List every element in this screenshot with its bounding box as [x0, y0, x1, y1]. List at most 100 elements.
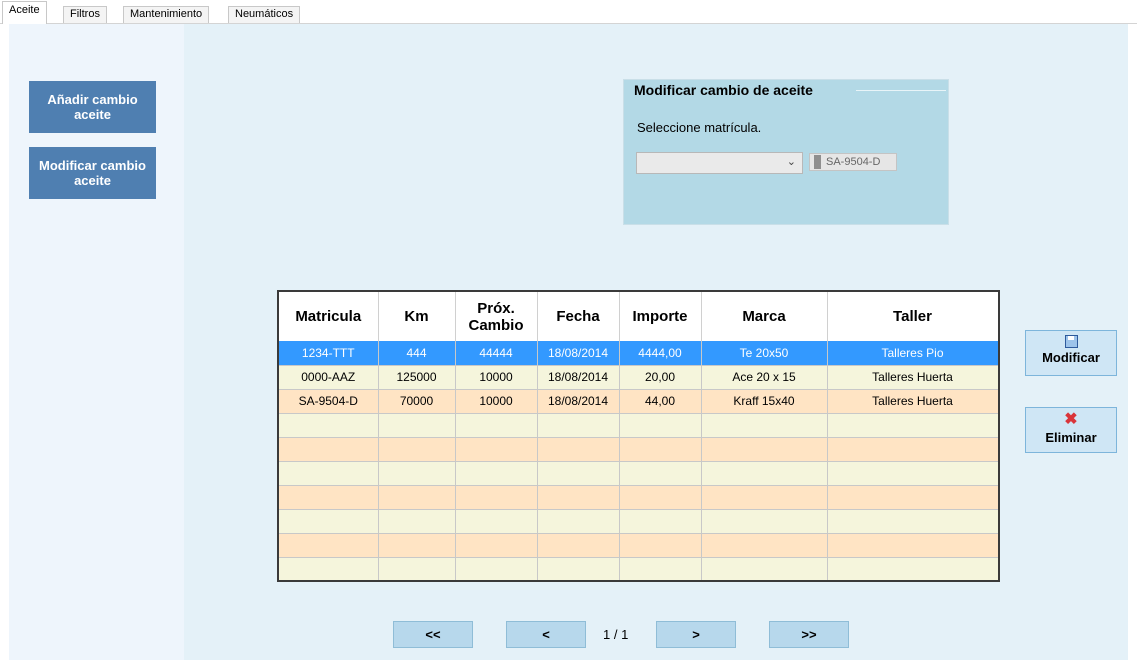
- table-cell[interactable]: 10000: [455, 389, 538, 414]
- next-page-button[interactable]: >: [656, 621, 736, 648]
- table-row[interactable]: [279, 437, 998, 462]
- table-cell[interactable]: [279, 533, 379, 558]
- modify-oil-change-button[interactable]: Modificar cambio aceite: [29, 147, 156, 199]
- table-row[interactable]: SA-9504-D 70000 10000 18/08/2014 44,00 Kraff …: [279, 389, 998, 414]
- table-cell[interactable]: Talleres Huerta: [827, 365, 998, 390]
- table-row[interactable]: [279, 461, 998, 486]
- delete-button[interactable]: ✖ Eliminar: [1025, 407, 1117, 453]
- table-cell[interactable]: [378, 557, 456, 580]
- table-cell[interactable]: 70000: [378, 389, 456, 414]
- table-cell[interactable]: [827, 461, 998, 486]
- table-cell[interactable]: 20,00: [619, 365, 702, 390]
- table-cell[interactable]: [378, 413, 456, 438]
- table-cell[interactable]: [701, 461, 828, 486]
- table-cell[interactable]: [619, 557, 702, 580]
- table-cell[interactable]: 44444: [455, 341, 538, 366]
- table-cell[interactable]: [378, 509, 456, 534]
- table-cell[interactable]: 1234-TTT: [279, 341, 379, 366]
- table-cell[interactable]: [455, 461, 538, 486]
- table-cell[interactable]: SA-9504-D: [279, 389, 379, 414]
- table-cell[interactable]: [827, 437, 998, 462]
- table-cell[interactable]: [619, 461, 702, 486]
- table-cell[interactable]: [537, 437, 620, 462]
- table-row[interactable]: 0000-AAZ 125000 10000 18/08/2014 20,00 Ace 20…: [279, 365, 998, 390]
- table-cell[interactable]: [537, 413, 620, 438]
- table-cell[interactable]: 18/08/2014: [537, 341, 620, 366]
- table-cell[interactable]: [455, 533, 538, 558]
- first-page-button[interactable]: <<: [393, 621, 473, 648]
- table-cell[interactable]: [279, 461, 379, 486]
- table-cell[interactable]: [378, 485, 456, 510]
- table-cell[interactable]: [701, 557, 828, 580]
- modify-button[interactable]: Modificar: [1025, 330, 1117, 376]
- table-cell[interactable]: [279, 557, 379, 580]
- table-cell[interactable]: [701, 437, 828, 462]
- table-cell[interactable]: Talleres Pio: [827, 341, 998, 366]
- table-cell[interactable]: 18/08/2014: [537, 389, 620, 414]
- table-row[interactable]: [279, 413, 998, 438]
- table-cell[interactable]: [619, 437, 702, 462]
- table-cell[interactable]: [279, 413, 379, 438]
- table-cell[interactable]: [378, 533, 456, 558]
- column-header-taller[interactable]: Taller: [827, 292, 998, 341]
- tab-aceite[interactable]: Aceite: [2, 1, 47, 24]
- table-cell[interactable]: [701, 485, 828, 510]
- table-row[interactable]: [279, 557, 998, 580]
- table-cell[interactable]: [455, 509, 538, 534]
- table-cell[interactable]: 0000-AAZ: [279, 365, 379, 390]
- table-cell[interactable]: [701, 413, 828, 438]
- table-cell[interactable]: [701, 509, 828, 534]
- table-cell[interactable]: [455, 557, 538, 580]
- table-row[interactable]: [279, 485, 998, 510]
- table-cell[interactable]: [619, 485, 702, 510]
- table-cell[interactable]: [455, 485, 538, 510]
- table-cell[interactable]: [827, 485, 998, 510]
- table-cell[interactable]: [279, 509, 379, 534]
- table-cell[interactable]: [378, 437, 456, 462]
- column-header-prox-cambio[interactable]: Próx. Cambio: [455, 292, 538, 341]
- table-cell[interactable]: [537, 509, 620, 534]
- table-cell[interactable]: [378, 461, 456, 486]
- table-cell[interactable]: [279, 437, 379, 462]
- table-row[interactable]: [279, 533, 998, 558]
- table-cell[interactable]: 444: [378, 341, 456, 366]
- table-cell[interactable]: [279, 485, 379, 510]
- column-header-fecha[interactable]: Fecha: [537, 292, 620, 341]
- table-cell[interactable]: Kraff 15x40: [701, 389, 828, 414]
- table-cell[interactable]: 125000: [378, 365, 456, 390]
- table-cell[interactable]: [827, 533, 998, 558]
- table-cell[interactable]: 4444,00: [619, 341, 702, 366]
- tab-filtros[interactable]: Filtros: [63, 6, 107, 23]
- table-cell[interactable]: [455, 413, 538, 438]
- table-cell[interactable]: [827, 413, 998, 438]
- table-cell[interactable]: [537, 557, 620, 580]
- table-cell[interactable]: Talleres Huerta: [827, 389, 998, 414]
- table-cell[interactable]: 10000: [455, 365, 538, 390]
- table-cell[interactable]: [619, 413, 702, 438]
- table-cell[interactable]: [701, 533, 828, 558]
- prev-page-button[interactable]: <: [506, 621, 586, 648]
- column-header-marca[interactable]: Marca: [701, 292, 828, 341]
- tab-mantenimiento[interactable]: Mantenimiento: [123, 6, 210, 23]
- table-cell[interactable]: [455, 437, 538, 462]
- table-row[interactable]: 1234-TTT 444 44444 18/08/2014 4444,00 Te 20x5…: [279, 341, 998, 366]
- column-header-km[interactable]: Km: [378, 292, 456, 341]
- table-cell[interactable]: [827, 509, 998, 534]
- table-cell[interactable]: Ace 20 x 15: [701, 365, 828, 390]
- table-cell[interactable]: [827, 557, 998, 580]
- table-row[interactable]: [279, 509, 998, 534]
- table-cell[interactable]: Te 20x50: [701, 341, 828, 366]
- tab-neumaticos[interactable]: Neumáticos: [228, 6, 301, 23]
- plate-combo[interactable]: ⌄: [636, 152, 803, 174]
- table-cell[interactable]: [619, 533, 702, 558]
- table-cell[interactable]: [537, 533, 620, 558]
- column-header-importe[interactable]: Importe: [619, 292, 702, 341]
- table-cell[interactable]: [537, 461, 620, 486]
- add-oil-change-button[interactable]: Añadir cambio aceite: [29, 81, 156, 133]
- table-cell[interactable]: [619, 509, 702, 534]
- table-cell[interactable]: 44,00: [619, 389, 702, 414]
- table-cell[interactable]: 18/08/2014: [537, 365, 620, 390]
- table-cell[interactable]: [537, 485, 620, 510]
- last-page-button[interactable]: >>: [769, 621, 849, 648]
- column-header-matricula[interactable]: Matricula: [279, 292, 379, 341]
